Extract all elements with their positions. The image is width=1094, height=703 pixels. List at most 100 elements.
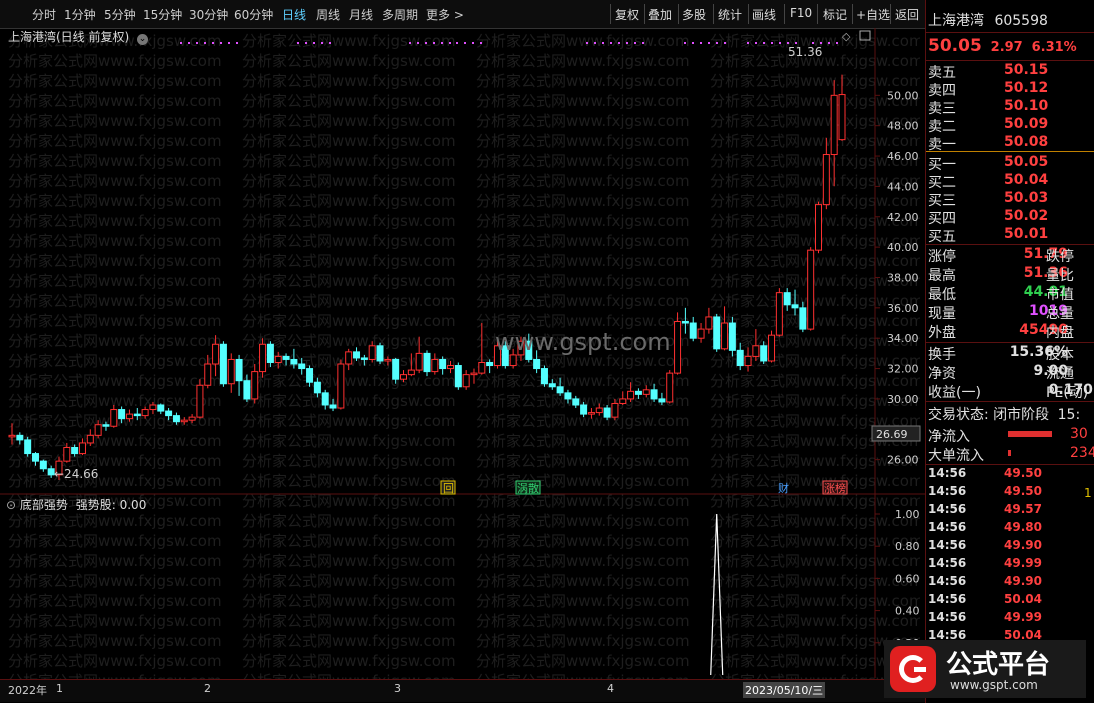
candle[interactable]: [31, 452, 39, 466]
candle[interactable]: [752, 329, 760, 361]
candle[interactable]: [689, 316, 697, 342]
candle[interactable]: [141, 406, 149, 419]
candle[interactable]: [204, 354, 212, 389]
candle[interactable]: [462, 370, 470, 390]
candle[interactable]: [807, 247, 815, 331]
candle[interactable]: [603, 404, 611, 421]
candle[interactable]: [736, 342, 744, 371]
candle[interactable]: [783, 288, 791, 311]
candle[interactable]: [486, 359, 494, 374]
candle[interactable]: [446, 360, 454, 374]
candle[interactable]: [118, 406, 126, 424]
candle[interactable]: [697, 323, 705, 343]
candle[interactable]: [290, 348, 298, 369]
kline-chart[interactable]: 50.00 48.00 46.00 44.00 42.00 40.00 38.00 36.00…: [0, 28, 925, 678]
candle[interactable]: [133, 408, 141, 421]
indicator-menu-icon[interactable]: ⊙: [6, 498, 16, 512]
candle[interactable]: [423, 350, 431, 377]
candle[interactable]: [627, 382, 635, 402]
candle[interactable]: [86, 429, 94, 446]
diamond-icon[interactable]: ◇: [842, 30, 851, 43]
candle[interactable]: [619, 391, 627, 405]
candle[interactable]: [71, 444, 79, 457]
candle[interactable]: [180, 417, 188, 425]
candle[interactable]: [822, 137, 830, 210]
candle[interactable]: [94, 420, 102, 439]
candle[interactable]: [713, 313, 721, 352]
candle[interactable]: [63, 442, 71, 463]
candle[interactable]: [791, 289, 799, 316]
candle[interactable]: [572, 395, 580, 409]
candle[interactable]: [650, 383, 658, 402]
candle[interactable]: [251, 364, 259, 404]
candle[interactable]: [313, 377, 321, 398]
event-tag-limit-up[interactable]: 涨榜: [824, 481, 846, 495]
panel-toggle-icon[interactable]: [859, 30, 871, 41]
draw-line-button[interactable]: 画线: [752, 6, 776, 23]
candle[interactable]: [384, 356, 392, 366]
candle[interactable]: [587, 408, 595, 419]
candle[interactable]: [24, 436, 32, 457]
adjust-button[interactable]: 复权: [615, 6, 639, 23]
candle[interactable]: [642, 385, 650, 398]
candle[interactable]: [259, 338, 267, 378]
candle[interactable]: [666, 370, 674, 404]
candle[interactable]: [548, 379, 556, 390]
event-tag-return[interactable]: 回: [443, 482, 454, 495]
candle[interactable]: [188, 414, 196, 424]
candle[interactable]: [658, 392, 666, 405]
candle[interactable]: [219, 341, 227, 387]
candle[interactable]: [345, 348, 353, 371]
candle[interactable]: [400, 370, 408, 383]
candle[interactable]: [282, 353, 290, 366]
candle[interactable]: [149, 401, 157, 415]
candle[interactable]: [815, 201, 823, 254]
candle[interactable]: [760, 341, 768, 365]
candle[interactable]: [274, 351, 282, 369]
period-tab-60min[interactable]: 60分钟: [234, 6, 273, 23]
candle[interactable]: [407, 353, 415, 377]
candle[interactable]: [353, 347, 361, 361]
candle[interactable]: [775, 288, 783, 337]
candle[interactable]: [564, 389, 572, 404]
candle[interactable]: [580, 401, 588, 418]
candle[interactable]: [368, 341, 376, 363]
candle[interactable]: [266, 341, 274, 368]
candle[interactable]: [172, 412, 180, 425]
candle[interactable]: [611, 398, 619, 421]
candle[interactable]: [415, 336, 423, 374]
candle[interactable]: [360, 354, 368, 366]
candle[interactable]: [78, 438, 86, 456]
candle[interactable]: [227, 353, 235, 393]
candle[interactable]: [8, 423, 16, 445]
candle[interactable]: [470, 368, 478, 384]
more-menu-button[interactable]: 更多 >: [426, 6, 464, 23]
period-tab-daily[interactable]: 日线: [282, 6, 306, 23]
candle[interactable]: [321, 389, 329, 410]
candle[interactable]: [439, 356, 447, 375]
period-tab-multi[interactable]: 多周期: [382, 6, 418, 23]
candle[interactable]: [110, 404, 118, 428]
period-tab-fenshi[interactable]: 分时: [32, 6, 56, 23]
candle[interactable]: [306, 365, 314, 387]
period-tab-15min[interactable]: 15分钟: [143, 6, 182, 23]
candle[interactable]: [376, 342, 384, 365]
period-tab-30min[interactable]: 30分钟: [189, 6, 228, 23]
candle[interactable]: [243, 374, 251, 402]
statistics-button[interactable]: 统计: [718, 6, 742, 23]
candle[interactable]: [728, 316, 736, 357]
add-favorite-button[interactable]: +自选: [856, 6, 890, 23]
back-button[interactable]: 返回: [895, 6, 919, 23]
candle[interactable]: [540, 365, 548, 387]
f10-button[interactable]: F10: [790, 6, 812, 20]
mark-button[interactable]: 标记: [823, 6, 847, 23]
candle[interactable]: [125, 409, 133, 422]
candle[interactable]: [830, 80, 838, 187]
candle[interactable]: [392, 357, 400, 384]
overlay-button[interactable]: 叠加: [648, 6, 672, 23]
candle[interactable]: [799, 301, 807, 333]
candle[interactable]: [298, 357, 306, 375]
candle[interactable]: [165, 408, 173, 421]
candle[interactable]: [157, 403, 165, 415]
candle[interactable]: [674, 312, 682, 375]
